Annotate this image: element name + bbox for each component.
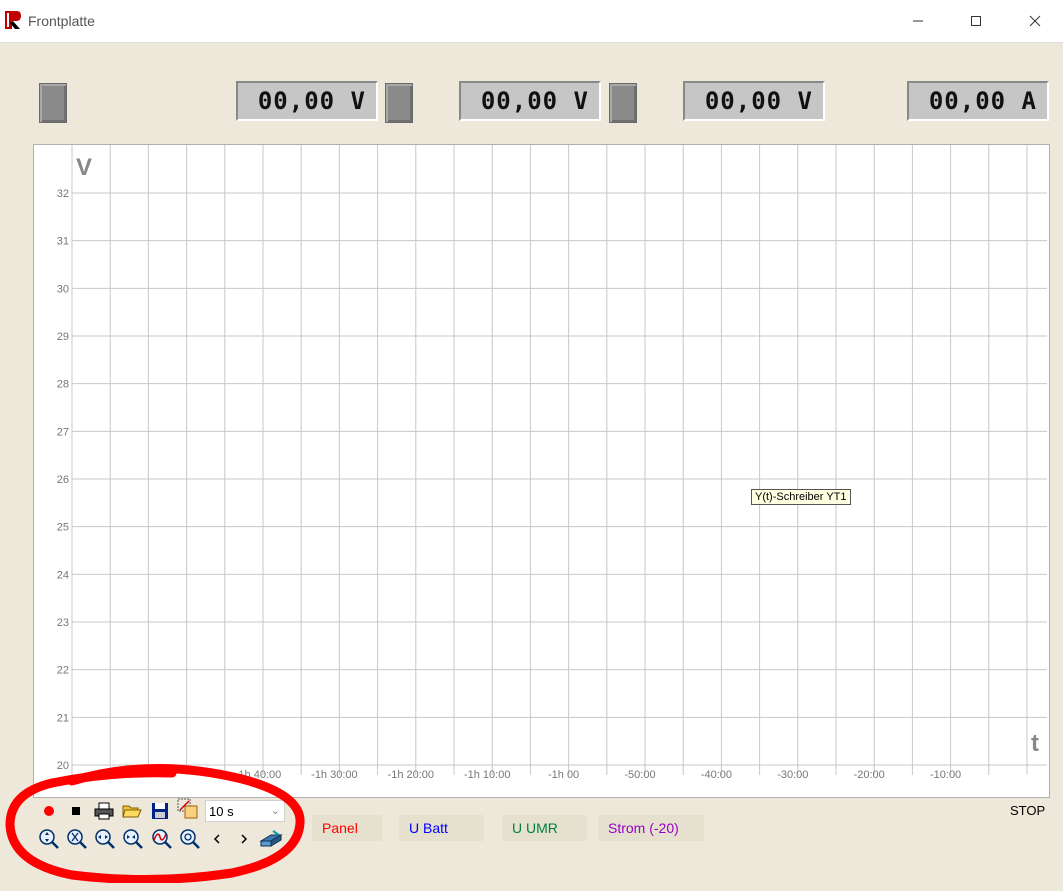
x-tick-label: -50:00 (624, 769, 655, 781)
indicator-led-1 (39, 83, 67, 123)
y-tick-label: 26 (57, 474, 69, 486)
x-tick-label: -1h 30:00 (311, 769, 357, 781)
indicator-led-3 (609, 83, 637, 123)
y-tick-label: 25 (57, 522, 69, 534)
y-tick-label: 21 (57, 712, 69, 724)
legend-label: Panel (322, 820, 358, 836)
x-tick-label: -20:00 (854, 769, 885, 781)
y-axis-label: V (76, 154, 92, 181)
y-tick-label: 29 (57, 331, 69, 343)
y-tick-label: 23 (57, 617, 69, 629)
x-tick-label: -40:00 (701, 769, 732, 781)
y-tick-label: 31 (57, 236, 69, 248)
x-tick-label: -10:00 (930, 769, 961, 781)
y-tick-label: 22 (57, 665, 69, 677)
legend-item-u-umr[interactable]: U UMR (502, 815, 587, 841)
minimize-button[interactable] (898, 8, 938, 34)
voltage-display-2: 00,00 V (459, 81, 601, 121)
recorder-status: STOP (1010, 803, 1046, 818)
minimize-icon (913, 20, 923, 22)
x-tick-label: -1h 20:00 (388, 769, 434, 781)
current-display: 00,00 A (907, 81, 1049, 121)
x-tick-label: -1h 10:00 (464, 769, 510, 781)
maximize-icon (971, 16, 981, 26)
y-tick-label: 28 (57, 379, 69, 391)
x-axis-label: t (1031, 730, 1039, 757)
legend-item-u-batt[interactable]: U Batt (399, 815, 484, 841)
title-bar: Frontplatte (0, 0, 1063, 43)
legend-item-strom[interactable]: Strom (-20) (598, 815, 704, 841)
yt-recorder-chart[interactable]: 32 31 30 29 28 27 26 25 24 23 22 21 20 -1h 40:00 -1h 3… (33, 144, 1050, 798)
close-icon (1029, 15, 1041, 27)
y-tick-label: 32 (57, 188, 69, 200)
legend-label: Strom (-20) (608, 820, 679, 836)
app-logo-icon (5, 11, 21, 29)
x-tick-label: -1h 00 (548, 769, 579, 781)
y-tick-label: 24 (57, 569, 69, 581)
legend-item-panel[interactable]: Panel (312, 815, 382, 841)
voltage-display-3: 00,00 V (683, 81, 825, 121)
chart-tooltip: Y(t)-Schreiber YT1 (751, 489, 851, 505)
x-tick-label: -30:00 (777, 769, 808, 781)
y-tick-label: 27 (57, 426, 69, 438)
voltage-display-1: 00,00 V (236, 81, 378, 121)
legend-label: U Batt (409, 820, 448, 836)
chart-plot: 32313029282726252423222120-1h 40:00 -1h 3… (57, 145, 1047, 781)
close-button[interactable] (1015, 8, 1055, 34)
annotation-circle (5, 764, 305, 883)
maximize-button[interactable] (956, 8, 996, 34)
window-title: Frontplatte (28, 13, 95, 29)
legend-label: U UMR (512, 820, 558, 836)
indicator-led-2 (385, 83, 413, 123)
y-tick-label: 30 (57, 283, 69, 295)
